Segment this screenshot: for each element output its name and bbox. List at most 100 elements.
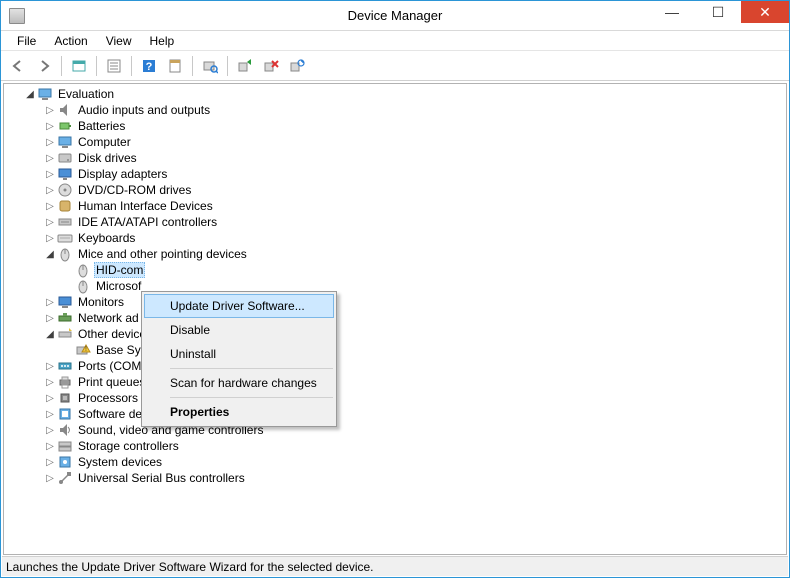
update-driver-button[interactable] (234, 55, 256, 77)
menu-action[interactable]: Action (46, 32, 95, 50)
tree-node[interactable]: ◢ Mice and other pointing devices (4, 246, 786, 262)
display-icon (57, 166, 73, 182)
tree-node-label: Batteries (76, 119, 127, 133)
tree-node[interactable]: ▷Monitors (4, 294, 786, 310)
expand-icon[interactable]: ▷ (44, 198, 56, 214)
tree-node[interactable]: ▷IDE ATA/ATAPI controllers (4, 214, 786, 230)
expand-icon[interactable]: ▷ (44, 422, 56, 438)
forward-button[interactable] (33, 55, 55, 77)
collapse-icon[interactable]: ◢ (24, 86, 36, 102)
tree-node[interactable]: ▷ Disk drives (4, 150, 786, 166)
expand-icon[interactable]: ▷ (44, 102, 56, 118)
maximize-button[interactable]: ☐ (695, 1, 741, 23)
menu-file[interactable]: File (9, 32, 44, 50)
context-menu-item[interactable]: Properties (144, 400, 334, 424)
tree-node-label: Computer (76, 135, 133, 149)
show-hide-console-button[interactable] (68, 55, 90, 77)
tree-node[interactable]: ▷Audio inputs and outputs (4, 102, 786, 118)
toggle-spacer (62, 342, 74, 358)
expand-icon[interactable]: ▷ (44, 374, 56, 390)
tree-root-node[interactable]: ◢ Evaluation (4, 86, 786, 102)
expand-icon[interactable]: ▷ (44, 182, 56, 198)
expand-icon[interactable]: ▷ (44, 294, 56, 310)
uninstall-button[interactable] (260, 55, 282, 77)
tree-child-node[interactable]: Microsof (4, 278, 786, 294)
scan-button[interactable] (199, 55, 221, 77)
app-icon (9, 8, 25, 24)
storage-icon (57, 438, 73, 454)
tree-node-label: Mice and other pointing devices (76, 247, 249, 261)
tree-node[interactable]: ▷ Batteries (4, 118, 786, 134)
tree-node[interactable]: ▷Storage controllers (4, 438, 786, 454)
tree-node[interactable]: ▷ Computer (4, 134, 786, 150)
back-button[interactable] (7, 55, 29, 77)
status-text: Launches the Update Driver Software Wiza… (6, 560, 374, 574)
software-icon (57, 406, 73, 422)
console-icon (71, 58, 87, 74)
context-menu-item[interactable]: Update Driver Software... (144, 294, 334, 318)
expand-icon[interactable]: ▷ (44, 214, 56, 230)
computer-icon (37, 86, 53, 102)
doc-icon (167, 58, 183, 74)
tree-node[interactable]: ▷DVD/CD-ROM drives (4, 182, 786, 198)
tree-node-label: Processors (76, 391, 140, 405)
tree-node-label: Disk drives (76, 151, 139, 165)
expand-icon[interactable]: ▷ (44, 150, 56, 166)
expand-icon[interactable]: ▷ (44, 406, 56, 422)
printer-icon (57, 374, 73, 390)
tree-node[interactable]: ▷ Keyboards (4, 230, 786, 246)
tree-node[interactable]: ▷Network ad (4, 310, 786, 326)
context-menu-item[interactable]: Scan for hardware changes (144, 371, 334, 395)
mouse-icon (75, 262, 91, 278)
expand-icon[interactable]: ▷ (44, 390, 56, 406)
action-button[interactable] (164, 55, 186, 77)
battery-icon (57, 118, 73, 134)
tree-node[interactable]: ▷Universal Serial Bus controllers (4, 470, 786, 486)
svg-text:?: ? (146, 61, 153, 73)
expand-icon[interactable]: ▷ (44, 470, 56, 486)
disable-button[interactable] (286, 55, 308, 77)
tree-node-label: Human Interface Devices (76, 199, 215, 213)
expand-icon[interactable]: ▷ (44, 454, 56, 470)
tree-node[interactable]: ◢Other device (4, 326, 786, 342)
ports-icon (57, 358, 73, 374)
tree-node[interactable]: ▷System devices (4, 454, 786, 470)
expand-icon[interactable]: ▷ (44, 358, 56, 374)
tree-node[interactable]: ▷Display adapters (4, 166, 786, 182)
tree-child-node[interactable]: !Base Sys (4, 342, 786, 358)
usb-icon (57, 470, 73, 486)
collapse-icon[interactable]: ◢ (44, 246, 56, 262)
tree-node-label: Evaluation (56, 87, 116, 101)
tree-node[interactable]: ▷Sound, video and game controllers (4, 422, 786, 438)
expand-icon[interactable]: ▷ (44, 118, 56, 134)
tree-node-label: HID-com (94, 262, 145, 278)
properties-button[interactable] (103, 55, 125, 77)
minimize-button[interactable]: — (649, 1, 695, 23)
device-tree-pane[interactable]: ◢Evaluation▷Audio inputs and outputs▷Bat… (3, 83, 787, 555)
expand-icon[interactable]: ▷ (44, 310, 56, 326)
context-menu-item[interactable]: Disable (144, 318, 334, 342)
tree-node-label: Keyboards (76, 231, 137, 245)
expand-icon[interactable]: ▷ (44, 230, 56, 246)
tree-node[interactable]: ▷ Human Interface Devices (4, 198, 786, 214)
tree-node[interactable]: ▷ Processors (4, 390, 786, 406)
expand-icon[interactable]: ▷ (44, 438, 56, 454)
dvd-icon (57, 182, 73, 198)
expand-icon[interactable]: ▷ (44, 134, 56, 150)
tree-node[interactable]: ▷Software devices (4, 406, 786, 422)
menu-help[interactable]: Help (142, 32, 183, 50)
cpu-icon (57, 390, 73, 406)
menu-view[interactable]: View (98, 32, 140, 50)
tree-node[interactable]: ▷Print queues (4, 374, 786, 390)
expand-icon[interactable]: ▷ (44, 166, 56, 182)
hid-icon (57, 198, 73, 214)
warn-icon: ! (75, 342, 91, 358)
tree-child-node[interactable]: HID-com (4, 262, 786, 278)
tree-node[interactable]: ▷Ports (COM (4, 358, 786, 374)
mouse-icon (75, 278, 91, 294)
collapse-icon[interactable]: ◢ (44, 326, 56, 342)
other-icon (57, 326, 73, 342)
context-menu-item[interactable]: Uninstall (144, 342, 334, 366)
help-button[interactable]: ? (138, 55, 160, 77)
close-button[interactable]: ✕ (741, 1, 789, 23)
